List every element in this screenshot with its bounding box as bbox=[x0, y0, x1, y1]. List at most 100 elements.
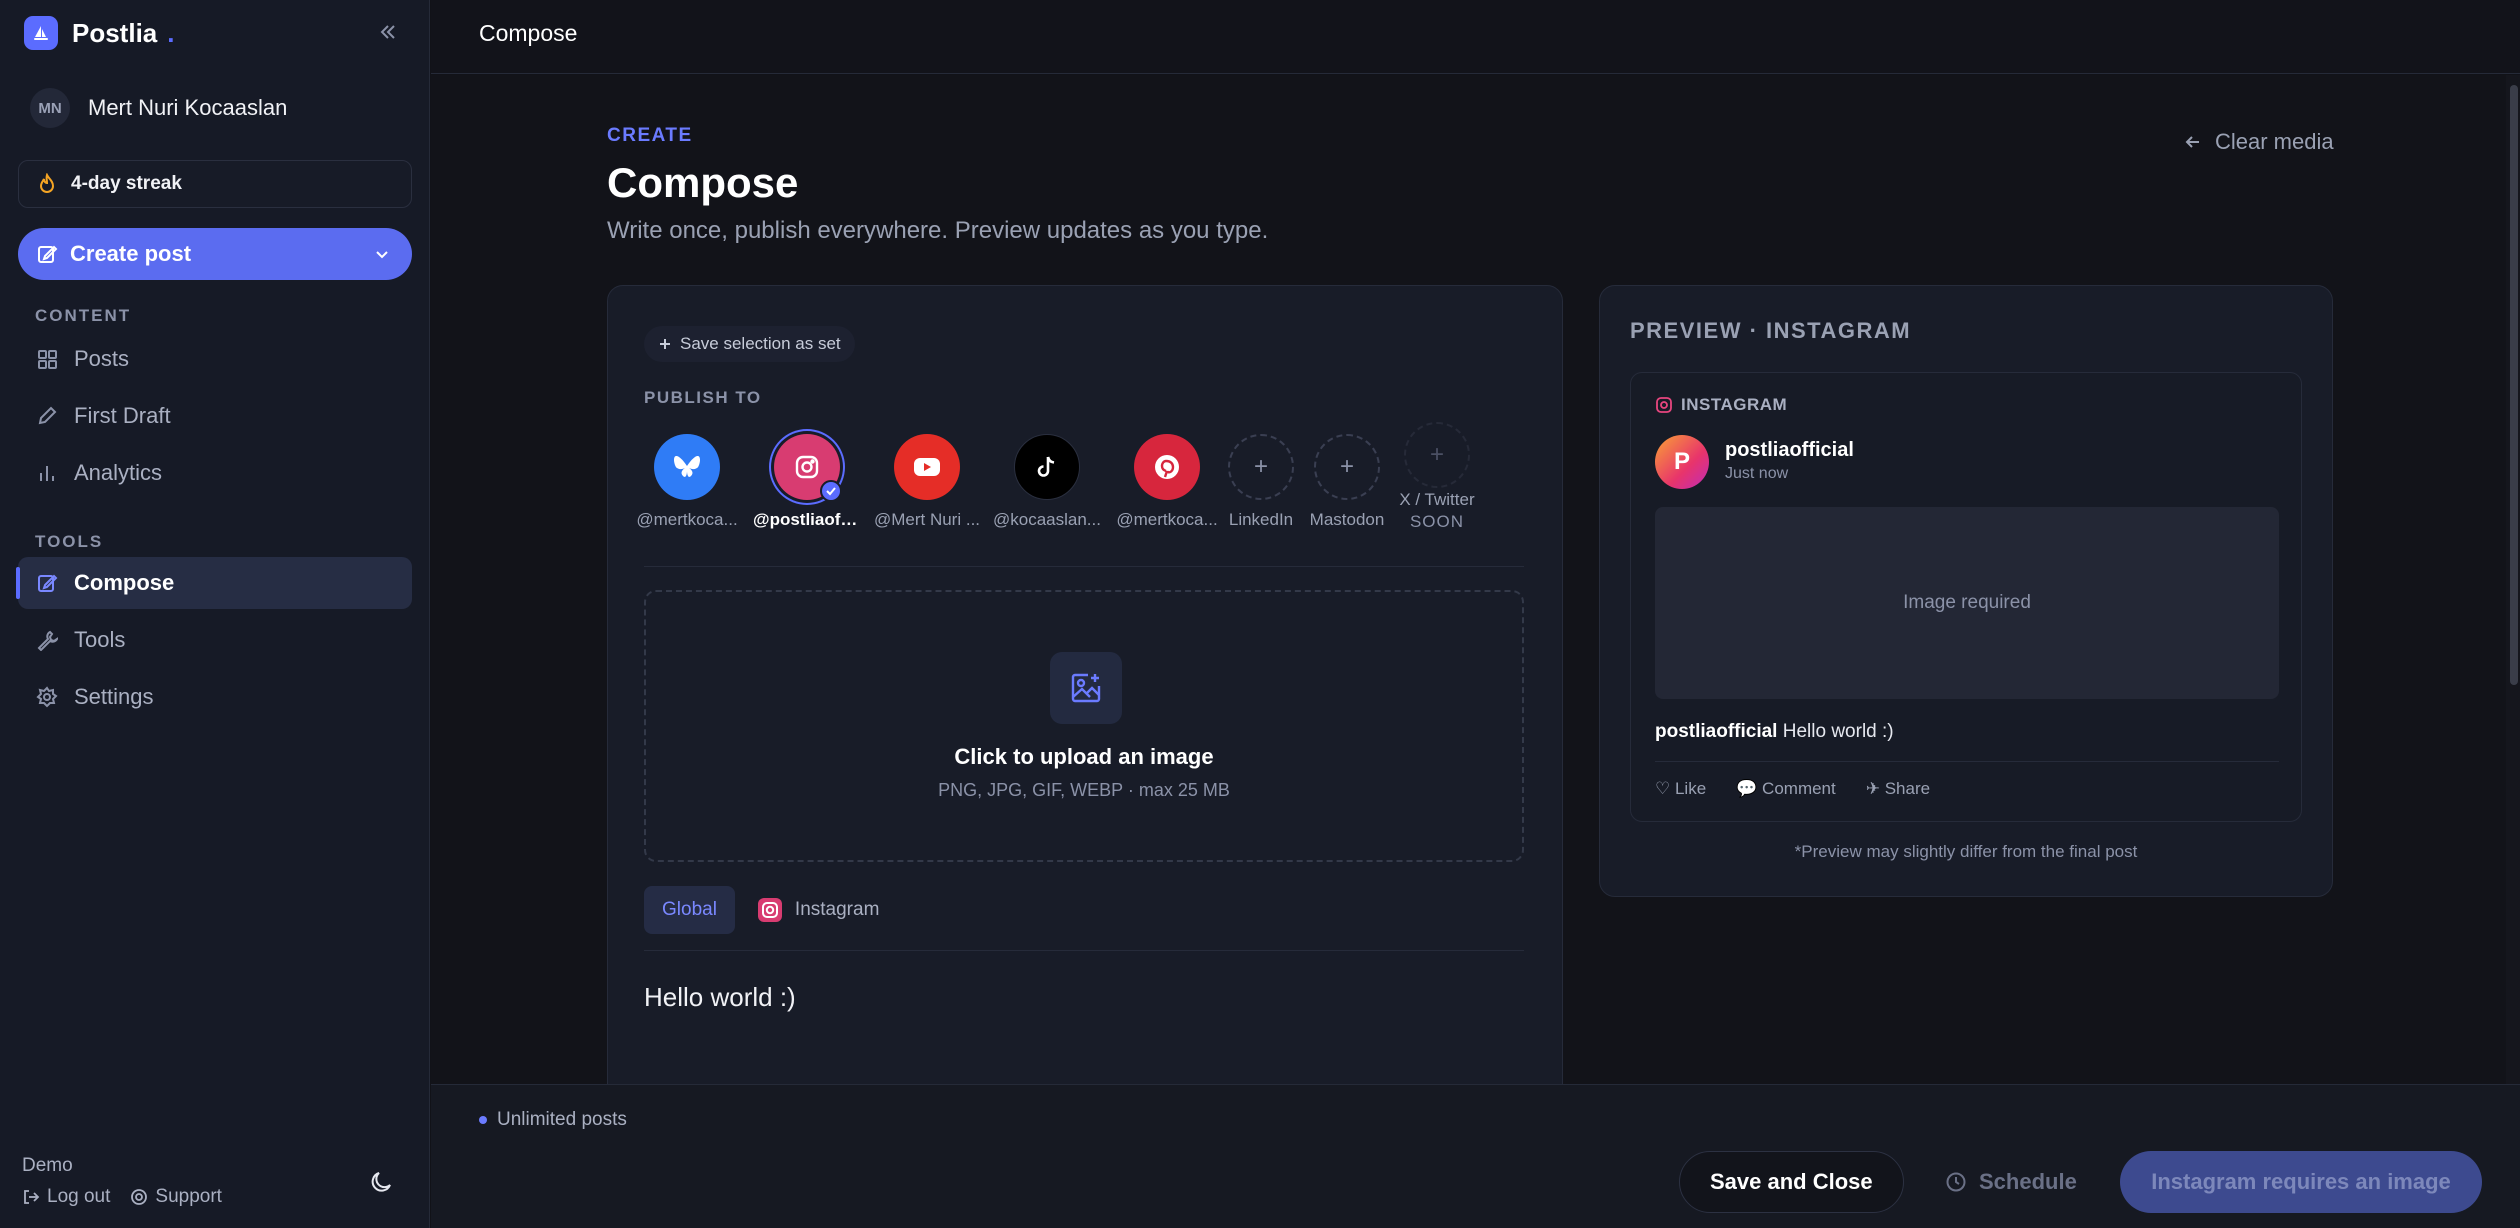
lifebuoy-icon bbox=[131, 1189, 148, 1205]
preview-disclaimer: *Preview may slightly differ from the fi… bbox=[1794, 842, 2138, 861]
account-handle: @postliaoffi... bbox=[753, 510, 861, 529]
post-actions: ♡ Like 💬 Comment ✈ Share bbox=[1655, 779, 1930, 799]
user-name: Mert Nuri Kocaaslan bbox=[88, 95, 288, 120]
account-selector: @mertkoca... @postliaoffi... @Mert Nuri … bbox=[636, 422, 1524, 554]
upload-title: Click to upload an image bbox=[954, 744, 1214, 769]
collapse-sidebar-button[interactable] bbox=[376, 20, 400, 44]
logout-label: Log out bbox=[47, 1186, 111, 1207]
add-account-label: X / Twitter bbox=[1399, 490, 1475, 509]
chevron-down-icon bbox=[376, 251, 388, 259]
create-post-button[interactable]: Create post bbox=[18, 228, 412, 280]
brand[interactable]: Postlia . bbox=[24, 16, 174, 50]
flame-icon bbox=[39, 173, 55, 193]
editor-card: Save selection as set PUBLISH TO @mertko… bbox=[607, 285, 1563, 1084]
check-icon bbox=[820, 480, 842, 502]
editor-tabs: Global Instagram bbox=[644, 886, 897, 934]
bluesky-icon bbox=[654, 434, 720, 500]
image-placeholder: Image required bbox=[1655, 507, 2279, 699]
save-and-close-button[interactable]: Save and Close bbox=[1679, 1151, 1904, 1213]
divider bbox=[1655, 761, 2279, 762]
scrollbar-thumb[interactable] bbox=[2510, 85, 2518, 685]
like-label: Like bbox=[1674, 779, 1707, 798]
image-plus-icon bbox=[1050, 652, 1122, 724]
sidebar-item-analytics[interactable]: Analytics bbox=[18, 447, 412, 499]
comment-action[interactable]: 💬 Comment bbox=[1736, 779, 1836, 799]
publish-button[interactable]: Instagram requires an image bbox=[2120, 1151, 2482, 1213]
arrow-left-icon bbox=[2185, 136, 2199, 148]
post-text-editor[interactable]: Hello world :) bbox=[644, 982, 796, 1013]
caption-username: postliaofficial bbox=[1655, 721, 1778, 742]
comment-label: Comment bbox=[1762, 779, 1836, 798]
streak-badge: 4-day streak bbox=[18, 160, 412, 208]
account-tiktok[interactable]: @kocaaslan... bbox=[992, 434, 1102, 530]
logo-icon bbox=[24, 16, 58, 50]
page-subtitle: Write once, publish everywhere. Preview … bbox=[607, 217, 1269, 244]
plus-icon: + bbox=[1314, 434, 1380, 500]
pinterest-icon bbox=[1134, 434, 1200, 500]
status-dot bbox=[479, 1116, 487, 1124]
account-handle: @Mert Nuri ... bbox=[873, 510, 981, 529]
clock-icon bbox=[1946, 1172, 1966, 1192]
plan-status-label: Unlimited posts bbox=[497, 1109, 627, 1130]
plus-icon: + bbox=[1228, 434, 1294, 500]
account-instagram[interactable]: @postliaoffi... bbox=[752, 434, 862, 530]
sidebar-bottom-links: Log out Support bbox=[22, 1186, 222, 1208]
save-selection-button[interactable]: Save selection as set bbox=[644, 326, 855, 362]
support-label: Support bbox=[155, 1186, 222, 1207]
share-action[interactable]: ✈ Share bbox=[1866, 779, 1930, 799]
support-link[interactable]: Support bbox=[130, 1186, 222, 1208]
add-mastodon-button[interactable]: + Mastodon bbox=[1302, 434, 1392, 530]
tab-global[interactable]: Global bbox=[644, 886, 735, 934]
sidebar-item-first-draft[interactable]: First Draft bbox=[18, 390, 412, 442]
clear-media-button[interactable]: Clear media bbox=[2183, 129, 2334, 155]
account-pinterest[interactable]: @mertkoca... bbox=[1112, 434, 1222, 530]
schedule-button[interactable]: Schedule bbox=[1945, 1151, 2077, 1213]
double-chevron-left-icon bbox=[380, 25, 395, 39]
upload-subtitle: PNG, JPG, GIF, WEBP · max 25 MB bbox=[938, 780, 1230, 800]
add-account-label: LinkedIn bbox=[1228, 510, 1294, 529]
sidebar-item-settings[interactable]: Settings bbox=[18, 671, 412, 723]
add-x-twitter-button: + X / Twitter SOON bbox=[1382, 422, 1492, 532]
brand-name: Postlia bbox=[72, 17, 158, 48]
tab-label: Global bbox=[662, 899, 717, 920]
avatar: MN bbox=[30, 88, 70, 128]
theme-toggle-button[interactable] bbox=[364, 1164, 400, 1200]
sidebar-item-label: Analytics bbox=[74, 460, 163, 485]
sidebar-item-compose[interactable]: Compose bbox=[16, 557, 412, 609]
add-linkedin-button[interactable]: + LinkedIn bbox=[1216, 434, 1306, 530]
instagram-post-preview: INSTAGRAM P postliaofficial Just now Ima… bbox=[1630, 372, 2302, 822]
sidebar-item-posts[interactable]: Posts bbox=[18, 333, 412, 385]
post-timestamp: Just now bbox=[1725, 465, 1789, 482]
platform-tag: INSTAGRAM bbox=[1655, 395, 1787, 415]
logout-icon bbox=[24, 1190, 40, 1204]
plus-icon bbox=[660, 339, 670, 349]
account-handle: @kocaaslan... bbox=[993, 510, 1101, 529]
pen-icon bbox=[38, 406, 57, 425]
sidebar-item-tools[interactable]: Tools bbox=[18, 614, 412, 666]
page-title: Compose bbox=[607, 159, 799, 206]
topbar: Compose bbox=[431, 0, 2520, 74]
tab-label: Instagram bbox=[794, 899, 880, 920]
youtube-icon bbox=[894, 434, 960, 500]
user-profile[interactable]: MN Mert Nuri Kocaaslan bbox=[30, 88, 287, 128]
plan-status: Unlimited posts bbox=[479, 1109, 627, 1131]
avatar: P bbox=[1655, 435, 1709, 489]
scrollbar[interactable] bbox=[2506, 75, 2520, 1084]
demo-label: Demo bbox=[22, 1155, 73, 1176]
brand-dot: . bbox=[167, 17, 175, 48]
account-bluesky[interactable]: @mertkoca... bbox=[632, 434, 742, 530]
edit-icon bbox=[38, 245, 58, 263]
image-upload-dropzone[interactable]: Click to upload an image PNG, JPG, GIF, … bbox=[644, 590, 1524, 862]
clear-media-label: Clear media bbox=[2215, 129, 2334, 154]
instagram-icon bbox=[757, 898, 782, 922]
instagram-icon bbox=[774, 434, 842, 502]
account-handle: @mertkoca... bbox=[636, 510, 738, 529]
account-youtube[interactable]: @Mert Nuri ... bbox=[872, 434, 982, 530]
edit-icon bbox=[38, 574, 58, 592]
tab-instagram[interactable]: Instagram bbox=[757, 886, 897, 934]
logout-link[interactable]: Log out bbox=[22, 1186, 110, 1208]
soon-badge: SOON bbox=[1409, 512, 1465, 531]
wrench-icon bbox=[37, 630, 58, 651]
like-action[interactable]: ♡ Like bbox=[1655, 779, 1706, 799]
platform-tag-label: INSTAGRAM bbox=[1681, 395, 1788, 414]
